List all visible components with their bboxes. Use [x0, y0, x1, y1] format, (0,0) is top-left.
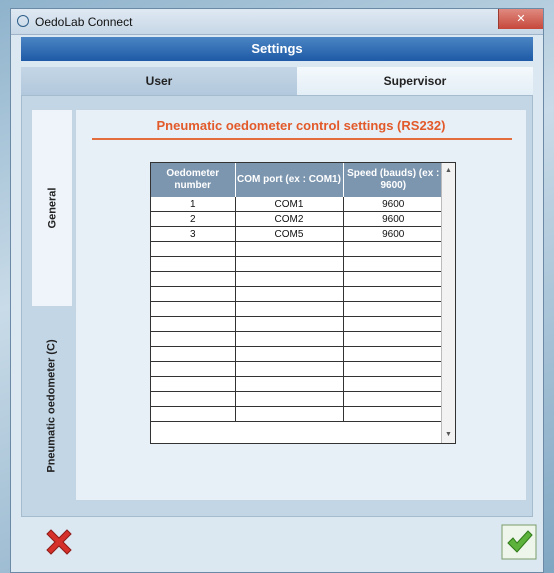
table-row[interactable]: [151, 346, 443, 362]
table-cell[interactable]: [343, 286, 443, 302]
app-window: OedoLab Connect ✕ Settings User Supervis…: [10, 8, 544, 573]
table-cell[interactable]: [151, 346, 236, 362]
com-port-table: Oedometer number COM port (ex : COM1) Sp…: [151, 163, 443, 422]
table-cell[interactable]: COM5: [235, 226, 344, 242]
table-cell[interactable]: [235, 301, 344, 317]
table-row[interactable]: [151, 361, 443, 377]
table-cell[interactable]: [343, 316, 443, 332]
table-cell[interactable]: [343, 406, 443, 422]
table-cell[interactable]: [343, 241, 443, 257]
table-cell[interactable]: [343, 331, 443, 347]
table-cell[interactable]: [151, 316, 236, 332]
table-cell[interactable]: [235, 256, 344, 272]
panel-divider: [92, 138, 512, 140]
table-row[interactable]: [151, 391, 443, 407]
table-row[interactable]: [151, 376, 443, 392]
green-check-icon: [501, 524, 537, 560]
table-cell[interactable]: [235, 241, 344, 257]
table-cell[interactable]: [151, 286, 236, 302]
scroll-down-icon[interactable]: ▼: [442, 429, 455, 441]
table-header-row: Oedometer number COM port (ex : COM1) Sp…: [151, 163, 443, 197]
scroll-up-icon[interactable]: ▲: [442, 165, 455, 177]
table-cell[interactable]: [235, 361, 344, 377]
table-cell[interactable]: [235, 286, 344, 302]
table-row[interactable]: 3 COM5 9600: [151, 226, 443, 242]
tab-user[interactable]: User: [21, 67, 297, 95]
side-tab-general[interactable]: General: [31, 109, 73, 307]
table-scrollbar[interactable]: ▲ ▼: [441, 163, 455, 443]
table-row[interactable]: [151, 286, 443, 302]
table-cell[interactable]: [235, 376, 344, 392]
table-cell[interactable]: [151, 406, 236, 422]
table-row[interactable]: 2 COM2 9600: [151, 211, 443, 227]
table-row[interactable]: [151, 406, 443, 422]
table-cell[interactable]: [151, 361, 236, 377]
table-cell[interactable]: [343, 301, 443, 317]
panel-title: Pneumatic oedometer control settings (RS…: [156, 118, 446, 133]
table-cell[interactable]: 1: [151, 197, 236, 212]
cancel-button[interactable]: [41, 524, 77, 560]
table-cell[interactable]: [151, 241, 236, 257]
app-icon: [17, 15, 29, 27]
table-cell[interactable]: [151, 331, 236, 347]
table-row[interactable]: [151, 271, 443, 287]
table-cell[interactable]: [151, 391, 236, 407]
settings-panel: Pneumatic oedometer control settings (RS…: [75, 109, 527, 501]
column-header-speed[interactable]: Speed (bauds) (ex : 9600): [343, 163, 443, 197]
table-cell[interactable]: [151, 271, 236, 287]
table-cell[interactable]: [343, 346, 443, 362]
window-close-button[interactable]: ✕: [498, 9, 543, 29]
table-cell[interactable]: [235, 391, 344, 407]
column-header-oedometer-number[interactable]: Oedometer number: [151, 163, 236, 197]
table-row[interactable]: 1 COM1 9600: [151, 197, 443, 212]
table-row[interactable]: [151, 331, 443, 347]
table-cell[interactable]: [235, 316, 344, 332]
table-cell[interactable]: [235, 406, 344, 422]
table-cell[interactable]: [151, 376, 236, 392]
table-row[interactable]: [151, 301, 443, 317]
table-cell[interactable]: 9600: [343, 211, 443, 227]
table-cell[interactable]: [343, 391, 443, 407]
table-cell[interactable]: [343, 376, 443, 392]
side-tab-general-label: General: [46, 187, 58, 229]
table-cell[interactable]: 3: [151, 226, 236, 242]
table-cell[interactable]: COM2: [235, 211, 344, 227]
table-cell[interactable]: [151, 256, 236, 272]
tab-supervisor[interactable]: Supervisor: [297, 67, 533, 95]
com-port-grid: Oedometer number COM port (ex : COM1) Sp…: [150, 162, 456, 444]
table-cell[interactable]: [235, 346, 344, 362]
table-row[interactable]: [151, 316, 443, 332]
table-cell[interactable]: [343, 361, 443, 377]
table-cell[interactable]: [343, 271, 443, 287]
red-x-icon: [46, 529, 72, 555]
ok-button[interactable]: [501, 524, 537, 560]
title-bar: OedoLab Connect ✕: [11, 9, 543, 35]
column-header-com-port[interactable]: COM port (ex : COM1): [235, 163, 344, 197]
table-cell[interactable]: 9600: [343, 226, 443, 242]
side-tab-pneumatic-oedometer[interactable]: Pneumatic oedometer (C): [31, 311, 73, 501]
table-cell[interactable]: 9600: [343, 197, 443, 212]
table-row[interactable]: [151, 241, 443, 257]
table-cell[interactable]: [151, 301, 236, 317]
settings-header: Settings: [21, 37, 533, 61]
table-cell[interactable]: COM1: [235, 197, 344, 212]
table-cell[interactable]: [235, 331, 344, 347]
table-row[interactable]: [151, 256, 443, 272]
table-cell[interactable]: [343, 256, 443, 272]
table-cell[interactable]: 2: [151, 211, 236, 227]
table-cell[interactable]: [235, 271, 344, 287]
window-title: OedoLab Connect: [35, 15, 133, 29]
side-tab-pneumatic-label: Pneumatic oedometer (C): [46, 339, 58, 473]
